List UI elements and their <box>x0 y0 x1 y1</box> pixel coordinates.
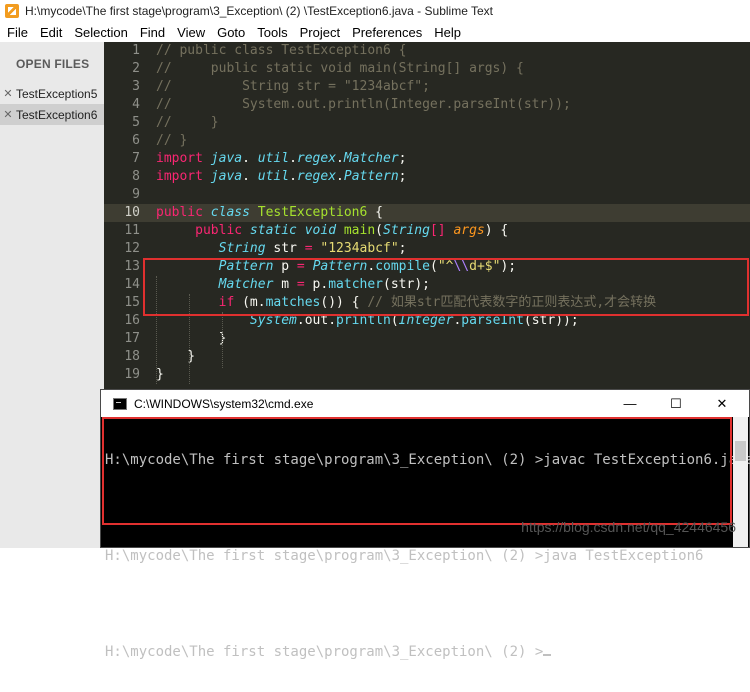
menu-project[interactable]: Project <box>294 25 346 40</box>
code-line: } <box>156 349 196 364</box>
code-line: // System.out.println(Integer.parseInt(s… <box>156 97 571 112</box>
highlight-box-code <box>143 258 749 316</box>
watermark: https://blog.csdn.net/qq_42446456 <box>521 519 736 535</box>
menu-edit[interactable]: Edit <box>34 25 68 40</box>
line-number: 19 <box>124 367 140 382</box>
line-number: 18 <box>124 349 140 364</box>
line-number: 4 <box>132 97 140 112</box>
title-bar: H:\mycode\The first stage\program\3_Exce… <box>0 0 750 22</box>
line-number: 6 <box>132 133 140 148</box>
menu-help[interactable]: Help <box>428 25 467 40</box>
line-number: 15 <box>124 295 140 310</box>
close-button[interactable]: ✕ <box>699 390 745 417</box>
open-file-label: TestException6 <box>16 107 98 122</box>
code-line: String str = "1234abcf"; <box>218 241 407 256</box>
cmd-icon <box>113 397 127 410</box>
open-file-item-active[interactable]: ✕ TestException6 <box>0 104 104 125</box>
code-line: import java. util.regex.Pattern; <box>156 169 407 184</box>
line-number: 11 <box>124 223 140 238</box>
code-line: public class TestException6 { <box>156 205 383 220</box>
line-number: 1 <box>132 43 140 58</box>
line-number: 14 <box>124 277 140 292</box>
code-line: public static void main(String[] args) { <box>163 223 509 238</box>
menu-preferences[interactable]: Preferences <box>346 25 428 40</box>
code-line: // } <box>156 115 219 130</box>
code-line: } <box>156 331 227 346</box>
line-number: 10 <box>124 205 140 220</box>
line-number: 8 <box>132 169 140 184</box>
cmd-line <box>105 596 750 612</box>
menu-view[interactable]: View <box>171 25 211 40</box>
cmd-prompt-line[interactable]: H:\mycode\The first stage\program\3_Exce… <box>105 644 750 660</box>
code-line: // String str = "1234abcf"; <box>156 79 430 94</box>
code-line: import java. util.regex.Matcher; <box>156 151 407 166</box>
scrollbar-thumb[interactable] <box>735 441 746 461</box>
cmd-line: H:\mycode\The first stage\program\3_Exce… <box>105 548 704 564</box>
line-number-gutter: 1 2 3 4 5 6 7 8 9 10 11 12 13 14 15 16 17 18 19 <box>104 42 140 384</box>
menu-tools[interactable]: Tools <box>251 25 293 40</box>
maximize-button[interactable]: ☐ <box>653 390 699 417</box>
code-line: // public static void main(String[] args… <box>156 61 524 76</box>
menu-file[interactable]: File <box>0 25 34 40</box>
line-number: 13 <box>124 259 140 274</box>
line-number: 12 <box>124 241 140 256</box>
close-icon[interactable]: ✕ <box>0 87 16 100</box>
line-number: 17 <box>124 331 140 346</box>
code-line: // public class TestException6 { <box>156 43 407 58</box>
open-files-header: OPEN FILES <box>16 57 90 71</box>
open-file-label: TestException5 <box>16 86 98 101</box>
highlight-box-cmd <box>102 417 732 525</box>
code-line: } <box>156 367 164 382</box>
close-icon[interactable]: ✕ <box>0 108 16 121</box>
window-title: H:\mycode\The first stage\program\3_Exce… <box>25 4 493 18</box>
sidebar: OPEN FILES ✕ TestException5 ✕ TestExcept… <box>0 42 104 548</box>
code-text[interactable]: // public class TestException6 { // publi… <box>156 42 656 384</box>
line-number: 7 <box>132 151 140 166</box>
line-number: 16 <box>124 313 140 328</box>
menu-find[interactable]: Find <box>134 25 171 40</box>
indent-guide <box>222 312 223 368</box>
cmd-prompt: H:\mycode\The first stage\program\3_Exce… <box>105 644 544 660</box>
open-file-item[interactable]: ✕ TestException5 <box>0 83 104 104</box>
menu-selection[interactable]: Selection <box>68 25 133 40</box>
code-line: // } <box>156 133 188 148</box>
line-number: 9 <box>132 187 140 202</box>
sublime-text-app-icon <box>5 4 19 18</box>
line-number: 2 <box>132 61 140 76</box>
line-number: 3 <box>132 79 140 94</box>
line-number: 5 <box>132 115 140 130</box>
menu-bar: File Edit Selection Find View Goto Tools… <box>0 22 750 42</box>
text-cursor <box>543 654 552 656</box>
cmd-title: C:\WINDOWS\system32\cmd.exe <box>134 396 314 411</box>
minimize-button[interactable]: — <box>607 390 653 417</box>
menu-goto[interactable]: Goto <box>211 25 251 40</box>
